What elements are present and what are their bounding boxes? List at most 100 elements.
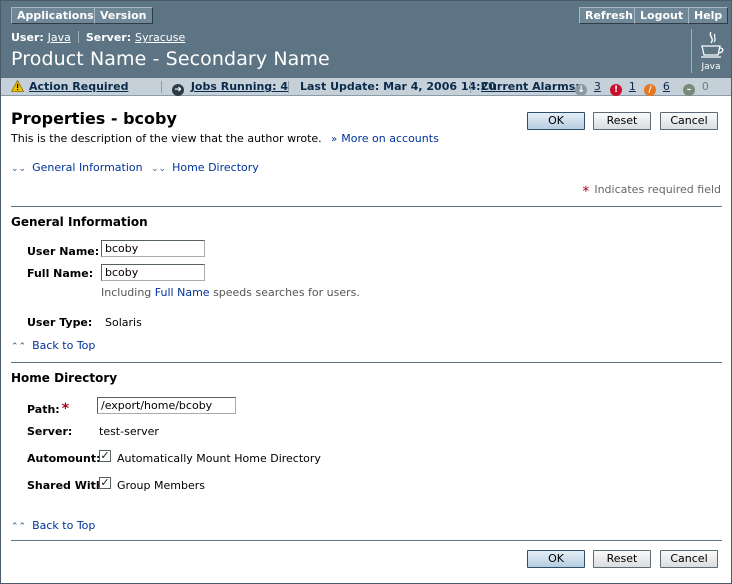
double-chevron-right-icon: » [331, 134, 338, 145]
double-chevron-up-icon: ⌃⌃ [11, 522, 27, 532]
alarm-minor-count: 0 [701, 80, 709, 93]
ok-button-bottom[interactable]: OK [527, 550, 585, 568]
user-server-info: User: Java Server: Syracuse [11, 31, 185, 44]
page-description: This is the description of the view that… [11, 132, 439, 145]
shared-with-label: Shared With: [27, 479, 109, 492]
logout-button[interactable]: Logout [634, 7, 690, 24]
jump-home-label: Home Directory [172, 161, 259, 174]
page-title: Properties - bcoby [11, 109, 177, 128]
divider [470, 81, 471, 93]
section-title-home: Home Directory [11, 371, 118, 385]
critical-alarm-icon: ! [610, 84, 622, 96]
jobs-running[interactable]: ➜ Jobs Running: 4 [172, 80, 288, 96]
description-text: This is the description of the view that… [11, 132, 322, 145]
full-name-input[interactable] [101, 264, 205, 281]
alarm-major-count[interactable]: 6 [663, 80, 670, 93]
double-chevron-down-icon: ⌄⌄ [11, 164, 27, 174]
divider [288, 81, 289, 93]
jump-general-information[interactable]: ⌄⌄ General Information [11, 161, 143, 174]
full-name-label: Full Name: [27, 267, 94, 280]
current-alarms[interactable]: Current Alarms: [481, 80, 580, 93]
java-logo-text: Java [700, 62, 720, 72]
alarm-critical[interactable]: ! 1 [610, 80, 636, 96]
alarm-major[interactable]: / 6 [644, 80, 670, 96]
path-label-text: Path: [27, 403, 60, 416]
user-type-value: Solaris [105, 316, 142, 329]
major-alarm-icon: / [644, 84, 656, 96]
alarm-down-count[interactable]: 3 [594, 80, 601, 93]
ok-button-top[interactable]: OK [527, 112, 585, 130]
version-button[interactable]: Version [94, 7, 153, 24]
warning-icon [10, 79, 25, 92]
user-link[interactable]: Java [48, 31, 71, 44]
alarm-down[interactable]: ↓ 3 [575, 80, 601, 96]
app-window: Applications Version Refresh Logout Help… [0, 0, 732, 584]
java-logo: Java [691, 29, 731, 73]
divider [161, 81, 162, 93]
back-to-top-label: Back to Top [32, 519, 96, 532]
section-divider [11, 362, 722, 363]
jobs-running-link[interactable]: Jobs Running: 4 [191, 80, 288, 93]
shared-with-checkbox[interactable]: ✓ [99, 477, 111, 489]
user-name-label-text: User Name: [27, 245, 100, 258]
path-input[interactable] [97, 397, 236, 414]
more-link-label: More on accounts [341, 132, 439, 145]
double-chevron-down-icon: ⌄⌄ [151, 164, 167, 174]
current-alarms-link[interactable]: Current Alarms: [481, 80, 580, 93]
back-to-top-link-2[interactable]: ⌃⌃ Back to Top [11, 519, 95, 532]
checkmark-icon: ✓ [100, 449, 110, 462]
alarm-minor: – 0 [683, 80, 709, 96]
section-divider [11, 206, 722, 207]
divider [77, 31, 79, 43]
jump-general-label: General Information [32, 161, 143, 174]
refresh-button[interactable]: Refresh [579, 7, 639, 24]
required-asterisk-icon: * [61, 401, 70, 417]
down-alarm-icon: ↓ [575, 84, 587, 96]
last-update-text: Last Update: Mar 4, 2006 14:20 [300, 80, 496, 93]
double-chevron-up-icon: ⌃⌃ [11, 342, 27, 352]
user-type-label: User Type: [27, 316, 93, 329]
path-label: Path: * [27, 401, 69, 417]
alarm-critical-count[interactable]: 1 [629, 80, 636, 93]
reset-button-top[interactable]: Reset [593, 112, 651, 130]
server-label: Server: [27, 425, 73, 438]
help-prefix: Including [101, 286, 152, 299]
product-title: Product Name - Secondary Name [11, 48, 330, 70]
masthead: Applications Version Refresh Logout Help… [1, 1, 731, 78]
required-asterisk-icon: * [582, 184, 590, 200]
section-title-general: General Information [11, 215, 148, 229]
back-to-top-link-1[interactable]: ⌃⌃ Back to Top [11, 339, 95, 352]
java-cup-icon: Java [700, 31, 724, 72]
checkmark-icon: ✓ [100, 476, 110, 489]
jump-home-directory[interactable]: ⌄⌄ Home Directory [151, 161, 259, 174]
user-name-label: User Name:* [27, 243, 108, 259]
section-divider [11, 540, 722, 541]
help-highlight: Full Name [154, 286, 210, 299]
required-field-note: * Indicates required field [582, 183, 721, 200]
automount-label: Automount: [27, 452, 101, 465]
help-suffix: speeds searches for users. [213, 286, 360, 299]
back-to-top-label: Back to Top [32, 339, 96, 352]
more-on-accounts-link[interactable]: » More on accounts [331, 132, 439, 145]
action-required-link[interactable]: Action Required [29, 80, 128, 93]
help-button[interactable]: Help [688, 7, 729, 24]
reset-button-bottom[interactable]: Reset [593, 550, 651, 568]
user-name-input[interactable] [101, 240, 205, 257]
status-bar: Action Required ➜ Jobs Running: 4 Last U… [1, 78, 731, 96]
action-required[interactable]: Action Required [10, 79, 128, 93]
server-link[interactable]: Syracuse [135, 31, 185, 44]
required-note-text: Indicates required field [594, 183, 721, 196]
cancel-button-top[interactable]: Cancel [660, 112, 718, 130]
user-label: User: [11, 31, 44, 44]
last-update: Last Update: Mar 4, 2006 14:20 [300, 80, 496, 93]
server-value: test-server [99, 425, 159, 438]
server-label: Server: [85, 31, 132, 44]
full-name-help: Including Full Name speeds searches for … [101, 286, 360, 299]
automount-checkbox[interactable]: ✓ [99, 450, 111, 462]
arrow-right-icon: ➜ [172, 84, 184, 96]
applications-button[interactable]: Applications [11, 7, 100, 24]
minor-alarm-icon: – [683, 84, 695, 96]
shared-with-text: Group Members [117, 479, 205, 492]
cancel-button-bottom[interactable]: Cancel [660, 550, 718, 568]
automount-text: Automatically Mount Home Directory [117, 452, 321, 465]
